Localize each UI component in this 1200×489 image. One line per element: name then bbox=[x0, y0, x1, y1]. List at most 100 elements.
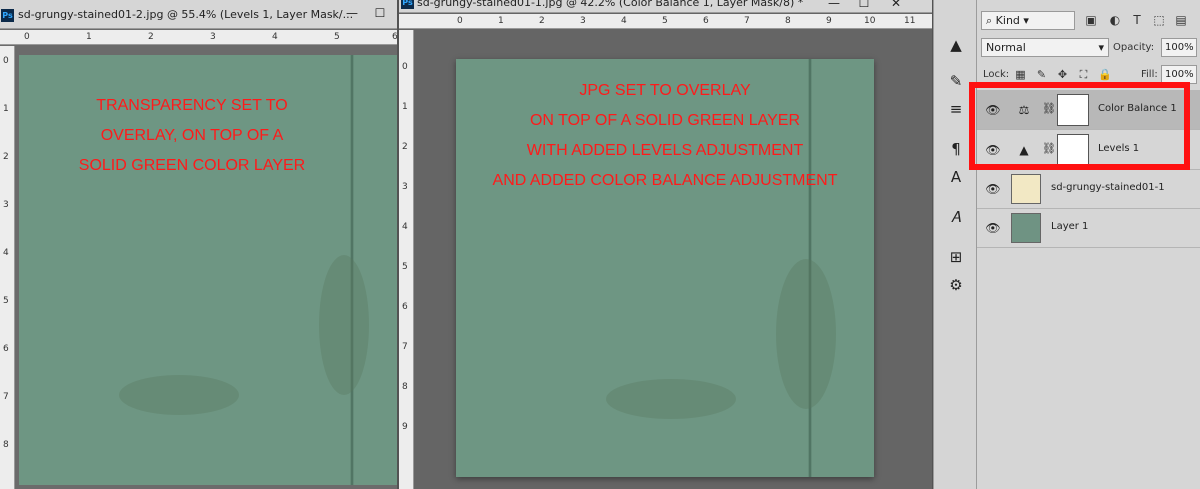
character-icon[interactable]: A bbox=[944, 166, 968, 188]
ruler-tick: 9 bbox=[826, 16, 832, 26]
document-window-right[interactable]: Ps sd-grungy-stained01-1.jpg @ 42.2% (Co… bbox=[399, 0, 932, 489]
brush-tool-icon[interactable]: ✎ bbox=[944, 70, 968, 92]
document-tab-left[interactable]: Ps sd-grungy-stained01-2.jpg @ 55.4% (Le… bbox=[0, 0, 397, 29]
paragraph-styles-icon[interactable]: ⚙ bbox=[944, 274, 968, 296]
opacity-label: Opacity: bbox=[1113, 42, 1155, 53]
layer-row-layer1[interactable]: 👁 Layer 1 bbox=[977, 208, 1200, 248]
ruler-tick: 8 bbox=[785, 16, 791, 26]
minimize-icon[interactable]: — bbox=[342, 5, 362, 22]
layer-row-image[interactable]: 👁 sd-grungy-stained01-1 bbox=[977, 169, 1200, 209]
ruler-tick: 2 bbox=[402, 142, 408, 152]
maximize-icon[interactable]: ☐ bbox=[370, 5, 390, 22]
ruler-tick: 3 bbox=[210, 32, 216, 42]
ruler-tick: 5 bbox=[3, 296, 9, 306]
ruler-tick: 10 bbox=[864, 16, 876, 26]
layer-name[interactable]: sd-grungy-stained01-1 bbox=[1051, 182, 1165, 193]
ruler-horizontal-right[interactable]: 0 1 2 3 4 5 6 7 8 9 10 11 bbox=[399, 14, 932, 29]
ruler-tick: 1 bbox=[498, 16, 504, 26]
panel-tool-strip: ▲ ✎ ≡ ¶ A 𝐴 ⊞ ⚙ bbox=[933, 0, 977, 489]
blend-mode-value: Normal bbox=[986, 41, 1026, 54]
fill-label: Fill: bbox=[1141, 69, 1158, 80]
stain-texture bbox=[319, 255, 369, 395]
layer-thumbnail[interactable] bbox=[1011, 174, 1041, 204]
ruler-tick: 0 bbox=[457, 16, 463, 26]
smart-object-filter-icon[interactable]: ▤ bbox=[1173, 12, 1189, 28]
adjustment-filter-icon[interactable]: ◐ bbox=[1107, 12, 1123, 28]
ruler-tick: 4 bbox=[621, 16, 627, 26]
annotation-line: AND ADDED COLOR BALANCE ADJUSTMENT bbox=[492, 172, 838, 189]
ruler-tick: 0 bbox=[24, 32, 30, 42]
layer-filter-dropdown[interactable]: ⌕ Kind ▾ bbox=[981, 11, 1075, 30]
ruler-tick: 3 bbox=[580, 16, 586, 26]
ruler-tick: 6 bbox=[703, 16, 709, 26]
document-title-right: sd-grungy-stained01-1.jpg @ 42.2% (Color… bbox=[417, 0, 804, 9]
type-filter-icon[interactable]: T bbox=[1129, 12, 1145, 28]
ruler-tick: 5 bbox=[402, 262, 408, 272]
filter-kind-label: Kind bbox=[995, 14, 1020, 27]
ruler-vertical-left[interactable]: 0 1 2 3 4 5 6 7 8 bbox=[0, 46, 15, 489]
layer-thumbnail[interactable] bbox=[1011, 213, 1041, 243]
eye-icon[interactable]: 👁 bbox=[985, 181, 1001, 197]
ruler-tick: 11 bbox=[904, 16, 916, 26]
ruler-tick: 5 bbox=[334, 32, 340, 42]
artboard-lock-icon[interactable]: ⛶ bbox=[1077, 68, 1090, 81]
ruler-tick: 1 bbox=[402, 102, 408, 112]
stain-texture bbox=[606, 379, 736, 419]
chevron-down-icon: ▾ bbox=[1098, 41, 1104, 54]
photoshop-icon: Ps bbox=[401, 0, 414, 9]
lock-transparent-icon[interactable]: ▦ bbox=[1014, 68, 1027, 81]
ruler-tick: 2 bbox=[3, 152, 9, 162]
ruler-tick: 0 bbox=[402, 62, 408, 72]
ruler-tick: 8 bbox=[3, 440, 9, 450]
image-filter-icon[interactable]: ▣ bbox=[1083, 12, 1099, 28]
canvas-left[interactable]: TRANSPARENCY SET TO OVERLAY, ON TOP OF A… bbox=[19, 55, 397, 485]
ruler-tick: 2 bbox=[148, 32, 154, 42]
annotation-line: JPG SET TO OVERLAY bbox=[579, 82, 751, 99]
blend-mode-dropdown[interactable]: Normal ▾ bbox=[981, 38, 1109, 57]
lock-all-icon[interactable]: 🔒 bbox=[1098, 68, 1112, 81]
lock-position-icon[interactable]: ✥ bbox=[1056, 68, 1069, 81]
paragraph-icon[interactable]: ¶ bbox=[944, 138, 968, 160]
annotation-text-left: TRANSPARENCY SET TO OVERLAY, ON TOP OF A… bbox=[27, 91, 357, 181]
minimize-icon[interactable]: — bbox=[824, 0, 844, 12]
clone-source-icon[interactable]: ⊞ bbox=[944, 246, 968, 268]
document-window-left[interactable]: Ps sd-grungy-stained01-2.jpg @ 55.4% (Le… bbox=[0, 0, 397, 489]
ruler-horizontal-left[interactable]: 0 1 2 3 4 5 6 bbox=[0, 30, 397, 45]
glyph-icon[interactable]: 𝐴 bbox=[944, 206, 968, 228]
opacity-input[interactable]: 100% bbox=[1161, 38, 1197, 57]
ruler-tick: 7 bbox=[3, 392, 9, 402]
ruler-vertical-right[interactable]: 0 1 2 3 4 5 6 7 8 9 bbox=[399, 30, 414, 489]
lock-label: Lock: bbox=[983, 69, 1010, 80]
shape-filter-icon[interactable]: ⬚ bbox=[1151, 12, 1167, 28]
layers-panel: ⌕ Kind ▾ ▣ ◐ T ⬚ ▤ Normal ▾ Opacity: 100%… bbox=[977, 0, 1200, 489]
lock-pixels-icon[interactable]: ✎ bbox=[1035, 68, 1048, 81]
highlight-annotation-box bbox=[969, 82, 1190, 170]
document-title-left: sd-grungy-stained01-2.jpg @ 55.4% (Level… bbox=[18, 8, 354, 21]
document-tab-right[interactable]: Ps sd-grungy-stained01-1.jpg @ 42.2% (Co… bbox=[399, 0, 932, 13]
ruler-tick: 1 bbox=[86, 32, 92, 42]
ruler-tick: 1 bbox=[3, 104, 9, 114]
canvas-right[interactable]: JPG SET TO OVERLAY ON TOP OF A SOLID GRE… bbox=[456, 59, 874, 477]
ruler-tick: 2 bbox=[539, 16, 545, 26]
layer-name[interactable]: Layer 1 bbox=[1051, 221, 1088, 232]
eye-icon[interactable]: 👁 bbox=[985, 220, 1001, 236]
sliders-tool-icon[interactable]: ≡ bbox=[944, 98, 968, 120]
maximize-icon[interactable]: ☐ bbox=[854, 0, 874, 12]
ruler-tick: 3 bbox=[402, 182, 408, 192]
stain-texture bbox=[119, 375, 239, 415]
ruler-tick: 6 bbox=[392, 32, 397, 42]
annotation-line: ON TOP OF A SOLID GREEN LAYER bbox=[529, 112, 800, 129]
annotation-line: OVERLAY, ON TOP OF A bbox=[100, 127, 284, 144]
ruler-tick: 5 bbox=[662, 16, 668, 26]
ruler-tick: 9 bbox=[402, 422, 408, 432]
ruler-tick: 4 bbox=[402, 222, 408, 232]
photoshop-icon: Ps bbox=[1, 9, 14, 22]
stain-texture bbox=[776, 259, 836, 409]
ruler-tick: 7 bbox=[402, 342, 408, 352]
ruler-tick: 3 bbox=[3, 200, 9, 210]
ruler-tick: 0 bbox=[3, 56, 9, 66]
close-icon[interactable]: ✕ bbox=[886, 0, 906, 12]
annotation-line: TRANSPARENCY SET TO bbox=[96, 97, 288, 114]
levels-tool-icon[interactable]: ▲ bbox=[944, 34, 968, 56]
annotation-line: WITH ADDED LEVELS ADJUSTMENT bbox=[526, 142, 804, 159]
